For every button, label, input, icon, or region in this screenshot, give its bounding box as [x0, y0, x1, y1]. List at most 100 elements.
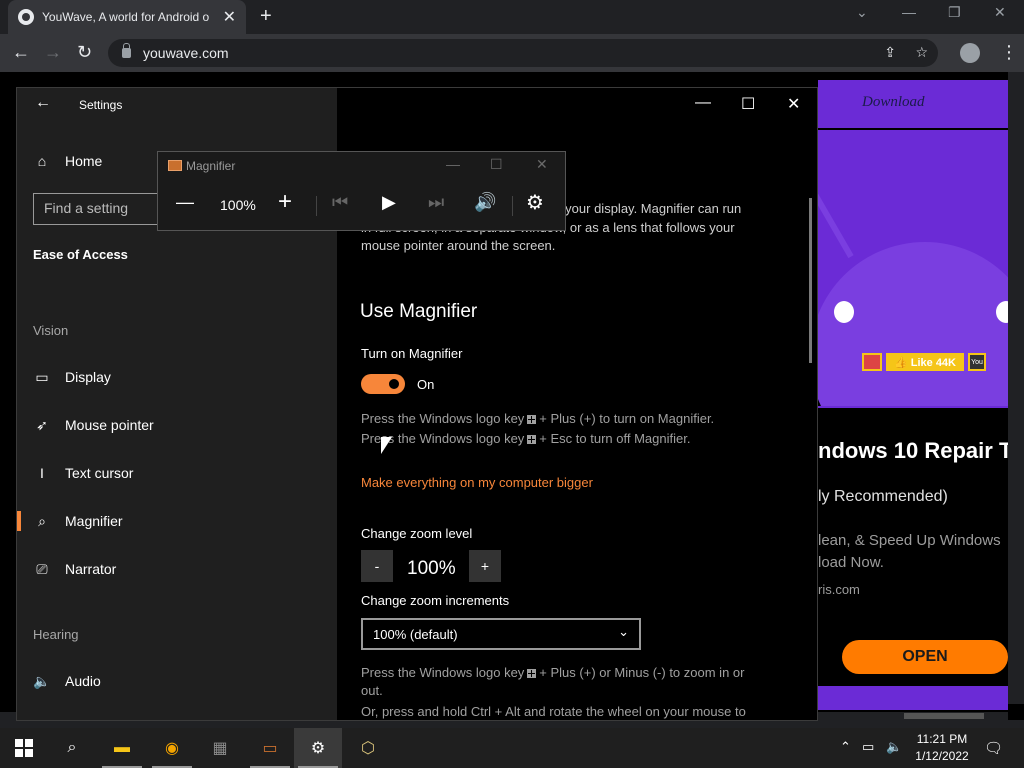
download-link[interactable]: Download — [862, 94, 925, 111]
repair-ad-description: lean, & Speed Up Windows load Now. — [818, 532, 1001, 571]
zoom-out-button[interactable]: - — [361, 550, 393, 582]
text-cursor-icon: I — [40, 465, 44, 481]
gear-icon: ⚙ — [310, 740, 326, 757]
show-hidden-icons[interactable]: ⌃ — [840, 739, 851, 755]
nav-narrator[interactable]: ⎚ Narrator — [17, 549, 337, 589]
purple-footer — [818, 686, 1008, 710]
magnifier-minimize-icon[interactable]: — — [446, 156, 460, 172]
mouse-cursor-icon — [381, 437, 392, 454]
app-icon: ▦ — [212, 740, 228, 757]
repair-ad-title: ndows 10 Repair T — [818, 438, 1013, 463]
browser-tab[interactable]: YouWave, A world for Android o ✕ — [8, 0, 246, 34]
magnifier-maximize-icon[interactable]: ☐ — [490, 156, 503, 173]
back-icon[interactable]: ← — [12, 42, 30, 63]
browser-toolbar: ← → ↻ youwave.com ⇪ ☆ ⋮ — [0, 34, 1024, 72]
close-icon[interactable]: ✕ — [787, 94, 800, 114]
settings-titlebar: ← Settings — [17, 88, 337, 122]
volume-icon[interactable]: 🔈 — [886, 739, 902, 755]
app-button[interactable]: ▦ — [196, 728, 244, 768]
zoom-increments-select[interactable]: 100% (default) ⌄ — [361, 618, 641, 650]
nav-mouse-pointer[interactable]: ➶ Mouse pointer — [17, 405, 337, 445]
content-scrollbar[interactable] — [809, 198, 812, 363]
taskbar-clock[interactable]: 11:21 PM 1/12/2022 — [912, 731, 972, 765]
nav-display[interactable]: ▭ Display — [17, 357, 337, 397]
folder-icon: ▬ — [114, 739, 130, 756]
bookmark-star-icon[interactable]: ☆ — [915, 44, 928, 60]
social-bar: 👍 Like 44K You — [862, 353, 986, 371]
close-window-icon[interactable]: ✕ — [994, 4, 1006, 21]
windows-start-icon — [15, 739, 33, 757]
speaker-icon: 🔈 — [33, 672, 51, 689]
box-icon: ⬡ — [361, 740, 375, 757]
tab-search-icon[interactable]: ⌄ — [856, 4, 868, 21]
facebook-like-button[interactable]: 👍 Like 44K — [886, 353, 964, 371]
nav-text-cursor[interactable]: I Text cursor — [17, 453, 337, 493]
page-vertical-scrollbar[interactable] — [1008, 72, 1024, 704]
minimize-icon[interactable]: — — [902, 4, 916, 20]
chrome-menu-icon[interactable]: ⋮ — [1000, 42, 1018, 63]
share-icon[interactable]: ⇪ — [884, 44, 896, 60]
repair-ad-url: ris.com — [818, 582, 860, 597]
magnifier-close-icon[interactable]: ✕ — [536, 156, 548, 173]
next-icon[interactable]: ⏭ — [428, 192, 444, 213]
network-icon[interactable]: ▭ — [862, 739, 874, 755]
hint-turn-on: Press the Windows logo key + Plus (+) to … — [361, 411, 715, 426]
back-arrow-icon[interactable]: ← — [35, 94, 51, 112]
android-eye-left — [834, 301, 854, 323]
search-icon: ⌕ — [67, 739, 77, 756]
windows-key-icon — [527, 435, 537, 444]
previous-icon[interactable]: ⏮ — [332, 192, 348, 213]
settings-app-button[interactable]: ⚙ — [294, 728, 342, 768]
chrome-button[interactable]: ◉ — [148, 728, 196, 768]
forward-icon[interactable]: → — [44, 42, 62, 63]
e-badge-icon[interactable] — [862, 353, 882, 371]
hearing-group-heading: Hearing — [33, 627, 79, 642]
horizontal-scroll-thumb[interactable] — [904, 713, 984, 719]
chrome-icon: ◉ — [165, 740, 179, 757]
open-ad-button[interactable]: OPEN — [842, 640, 1008, 674]
windows-key-icon — [527, 415, 537, 424]
read-from-here-icon[interactable]: 🔊 — [474, 192, 496, 213]
address-bar[interactable]: youwave.com ⇪ ☆ — [108, 39, 938, 67]
make-bigger-link[interactable]: Make everything on my computer bigger — [361, 475, 593, 490]
file-explorer-button[interactable]: ▬ — [98, 728, 146, 768]
youtube-icon[interactable]: You — [968, 353, 986, 371]
magnifier-app-button[interactable]: ▭ — [246, 728, 294, 768]
nav-audio[interactable]: 🔈 Audio — [17, 661, 337, 701]
monitor-icon: ▭ — [35, 368, 49, 385]
new-tab-button[interactable]: + — [260, 5, 272, 28]
zoom-level-value: 100% — [407, 558, 456, 579]
tab-title: YouWave, A world for Android o — [42, 10, 210, 24]
taskbar: ⌕ ▬ ◉ ▦ ▭ ⚙ ⬡ ⌃ ▭ 🔈 11:21 PM 1/12/2022 🗨 — [0, 728, 1024, 768]
turn-on-magnifier-label: Turn on Magnifier — [361, 346, 463, 361]
start-button[interactable] — [0, 728, 48, 768]
magnifier-app-icon — [168, 160, 182, 171]
profile-avatar-icon[interactable] — [960, 43, 980, 63]
maximize-icon[interactable]: ☐ — [741, 94, 755, 114]
zoom-hint: Press the Windows logo key + Plus (+) or … — [361, 665, 745, 680]
zoom-in-icon[interactable]: + — [278, 188, 292, 216]
minimize-icon[interactable]: — — [695, 94, 711, 112]
reload-icon[interactable]: ↻ — [77, 42, 92, 63]
zoom-out-icon[interactable]: — — [176, 192, 194, 213]
zoom-increments-label: Change zoom increments — [361, 593, 510, 608]
pointer-icon: ➶ — [36, 416, 48, 433]
zoom-level-label: Change zoom level — [361, 526, 473, 541]
notification-icon[interactable]: 🗨 — [984, 739, 1003, 757]
nav-magnifier[interactable]: ⌕ Magnifier — [17, 501, 337, 541]
search-button[interactable]: ⌕ — [48, 728, 96, 768]
gear-icon[interactable]: ⚙ — [526, 190, 544, 215]
lock-icon — [122, 43, 131, 58]
intro-text-line-3: mouse pointer around the screen. — [361, 238, 556, 253]
magnifier-taskbar-icon: ▭ — [262, 740, 278, 757]
zoom-in-button[interactable]: + — [469, 550, 501, 582]
settings-title: Settings — [79, 98, 123, 112]
tab-close-icon[interactable]: ✕ — [223, 7, 236, 27]
play-icon[interactable]: ▶ — [382, 192, 396, 213]
toggle-state-label: On — [417, 377, 435, 392]
chevron-down-icon: ⌄ — [618, 624, 629, 639]
package-app-button[interactable]: ⬡ — [344, 728, 392, 768]
magnifier-toggle[interactable] — [361, 374, 405, 394]
restore-icon[interactable]: ❐ — [948, 4, 961, 21]
intro-text-line-1: ts of your display. Magnifier can run — [537, 201, 742, 216]
